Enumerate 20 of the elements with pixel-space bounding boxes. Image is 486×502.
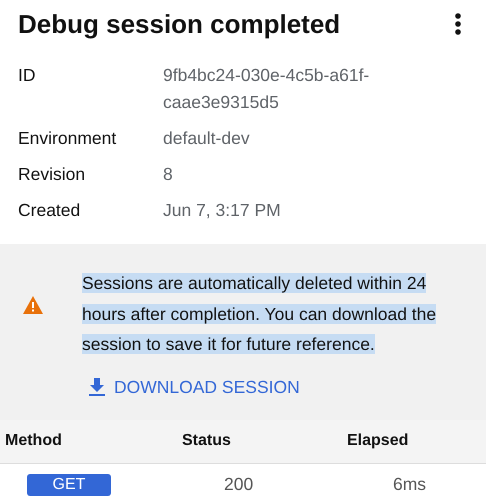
table-cell-text: 200 bbox=[223, 474, 254, 495]
field-value: 9fb4bc24-030e-4c5b-a61f-caae3e9315d5 bbox=[163, 64, 370, 114]
method-badge: GET bbox=[27, 474, 111, 496]
download-icon bbox=[88, 378, 106, 396]
download-link[interactable]: DOWNLOAD SESSION bbox=[88, 376, 300, 398]
field-label: ID bbox=[18, 64, 36, 87]
table-cell-text: 6ms bbox=[392, 474, 428, 495]
notice-text: Sessions are automatically deleted within 24 hours after completion. You can download the session to save it for future reference. bbox=[82, 272, 438, 356]
field-label: Environment bbox=[18, 127, 118, 150]
column-header: Status bbox=[182, 432, 232, 450]
more-options-icon[interactable] bbox=[454, 13, 462, 35]
field-value: 8 bbox=[163, 163, 174, 186]
column-header: Elapsed bbox=[347, 432, 410, 450]
warning-icon bbox=[23, 296, 43, 314]
field-value: default-dev bbox=[163, 127, 251, 150]
field-value: Jun 7, 3:17 PM bbox=[163, 199, 282, 222]
dialog-title: Debug session completed bbox=[18, 8, 340, 40]
field-label: Created bbox=[18, 199, 82, 222]
field-label: Revision bbox=[18, 163, 86, 186]
column-header: Method bbox=[4, 432, 63, 450]
